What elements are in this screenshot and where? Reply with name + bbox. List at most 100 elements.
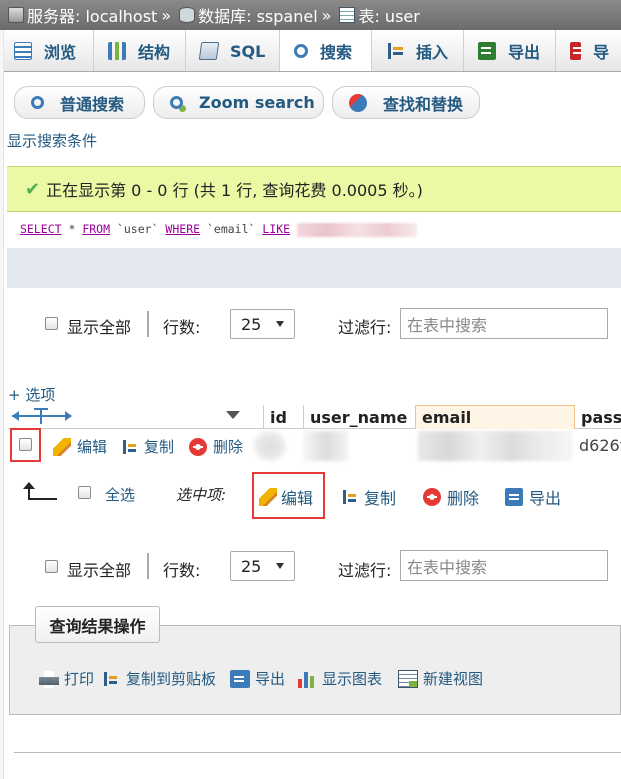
filter-rows-placeholder: 在表中搜索 — [407, 315, 488, 335]
rows-per-page-select[interactable]: 25 — [230, 309, 295, 339]
filter-rows-input[interactable]: 在表中搜索 — [400, 550, 608, 581]
search-icon — [294, 43, 308, 58]
select-all-checkbox[interactable] — [78, 486, 91, 499]
show-search-criteria-link[interactable]: 显示搜索条件 — [7, 130, 97, 151]
tab-export[interactable]: 导出 — [464, 30, 556, 71]
sql-keyword[interactable]: SELECT — [20, 222, 62, 236]
insert-icon — [386, 42, 404, 60]
options-link[interactable]: + 选项 — [8, 384, 55, 405]
column-header-pass[interactable]: pass — [575, 405, 621, 429]
breadcrumb-database[interactable]: 数据库: sspanel — [198, 3, 318, 27]
bulk-edit-button[interactable]: 编辑 — [259, 485, 313, 509]
sql-keyword[interactable]: LIKE — [262, 222, 290, 236]
row-select-checkbox[interactable] — [19, 438, 32, 451]
rows-label: 行数: — [163, 561, 201, 580]
tab-sql-label: SQL — [230, 41, 266, 61]
export-icon — [230, 669, 250, 688]
tab-structure[interactable]: 结构 — [94, 30, 186, 71]
success-message-text: 正在显示第 0 - 0 行 (共 1 行, 查询花费 0.0005 秒。) — [46, 181, 423, 200]
filter-rows-placeholder: 在表中搜索 — [407, 557, 488, 577]
tab-import-label: 导 — [592, 43, 609, 62]
pencil-icon — [53, 437, 71, 456]
sql-keyword[interactable]: FROM — [82, 222, 110, 236]
subtab-normal-search[interactable]: 普通搜索 — [14, 86, 145, 119]
copy-to-clipboard-label: 复制到剪贴板 — [126, 670, 217, 688]
sql-text: * — [61, 222, 83, 236]
column-header-id[interactable]: id — [263, 405, 303, 429]
tab-search[interactable]: 搜索 — [280, 30, 372, 71]
tab-import[interactable]: 导 — [556, 30, 621, 71]
row-copy-label: 复制 — [144, 438, 175, 456]
server-icon — [8, 7, 24, 23]
display-chart-link[interactable]: 显示图表 — [297, 668, 382, 689]
divider — [147, 311, 149, 337]
query-results-operations-title: 查询结果操作 — [35, 606, 160, 643]
select-arrow-icon — [23, 482, 57, 500]
bar-chart-icon — [297, 669, 317, 688]
row-delete-link[interactable]: 删除 — [189, 436, 243, 457]
filter-rows-input[interactable]: 在表中搜索 — [400, 308, 608, 339]
rows-per-page-value: 25 — [241, 314, 262, 334]
sql-keyword[interactable]: WHERE — [165, 222, 200, 236]
copy-icon — [340, 488, 358, 506]
select-all-label[interactable]: 全选 — [105, 484, 135, 505]
tab-insert[interactable]: 插入 — [372, 30, 464, 71]
export-icon — [505, 488, 523, 506]
export-icon — [478, 42, 496, 60]
filter-rows-label: 过滤行: — [338, 561, 392, 580]
show-all-label: 显示全部 — [67, 561, 132, 580]
bulk-copy-button[interactable]: 复制 — [340, 485, 396, 509]
tab-sql[interactable]: SQL — [186, 30, 280, 71]
tab-export-label: 导出 — [508, 43, 541, 62]
show-all-checkbox[interactable] — [45, 317, 58, 330]
show-all-checkbox[interactable] — [45, 560, 58, 573]
left-edge-border — [0, 30, 4, 779]
bulk-delete-button[interactable]: 删除 — [423, 485, 479, 509]
bulk-copy-label: 复制 — [364, 489, 397, 508]
subtab-zoom-search[interactable]: Zoom search — [153, 86, 324, 119]
new-view-icon — [398, 669, 418, 688]
filter-rows-label: 过滤行: — [338, 318, 392, 337]
success-message: ✔ 正在显示第 0 - 0 行 (共 1 行, 查询花费 0.0005 秒。) — [7, 166, 621, 212]
row-edit-label: 编辑 — [77, 438, 108, 456]
sql-text: `user` — [110, 222, 166, 236]
tab-browse[interactable]: 浏览 — [0, 30, 94, 71]
print-link[interactable]: 打印 — [39, 668, 94, 689]
copy-to-clipboard-link[interactable]: 复制到剪贴板 — [101, 668, 216, 689]
column-header-label: pass — [581, 407, 621, 427]
rows-label: 行数: — [163, 318, 201, 337]
tab-structure-label: 结构 — [138, 43, 171, 62]
show-all-label: 显示全部 — [67, 318, 132, 337]
breadcrumb-server[interactable]: 服务器: localhost — [27, 3, 157, 27]
row-copy-link[interactable]: 复制 — [120, 436, 174, 457]
breadcrumb-table[interactable]: 表: user — [358, 3, 419, 27]
table-icon — [339, 7, 356, 23]
chevron-down-icon — [276, 563, 284, 569]
import-icon — [570, 42, 581, 60]
subtab-find-replace-label: 查找和替换 — [383, 94, 464, 114]
export-link[interactable]: 导出 — [230, 668, 285, 689]
copy-icon — [120, 437, 138, 456]
column-header-user-name[interactable]: user_name — [303, 405, 415, 429]
row-edit-link[interactable]: 编辑 — [53, 436, 107, 457]
redacted-id — [254, 431, 286, 461]
rows-per-page-select[interactable]: 25 — [230, 551, 295, 581]
bulk-export-button[interactable]: 导出 — [505, 485, 561, 509]
breadcrumb: 服务器: localhost » 数据库: sspanel » 表: user — [0, 0, 621, 30]
check-icon: ✔ — [25, 178, 41, 200]
subtab-find-replace[interactable]: 查找和替换 — [332, 86, 480, 119]
create-view-link[interactable]: 新建视图 — [398, 668, 483, 689]
search-icon — [31, 96, 44, 109]
print-label: 打印 — [64, 670, 95, 688]
rows-per-page-value: 25 — [241, 556, 262, 576]
sql-query-box: SELECT * FROM `user` WHERE `email` LIKE — [7, 212, 621, 248]
redacted-user-name — [303, 431, 348, 461]
main-tabbar: 浏览 结构 SQL 搜索 插入 导出 导 — [0, 30, 621, 72]
chevron-down-icon — [276, 321, 284, 327]
column-header-label: email — [422, 408, 472, 427]
subtab-zoom-search-label: Zoom search — [199, 93, 315, 112]
sql-query-footer — [7, 248, 621, 288]
pass-value: d626f — [579, 436, 621, 455]
column-header-email[interactable]: email — [415, 405, 575, 429]
browse-icon — [14, 42, 32, 60]
